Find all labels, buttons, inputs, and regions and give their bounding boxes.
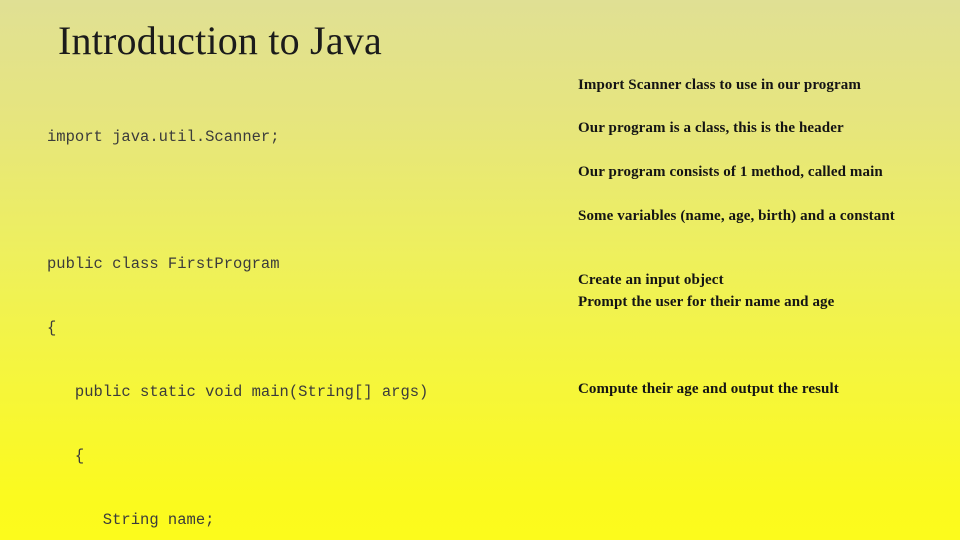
annotation-create-input-object: Create an input object [578, 272, 724, 288]
code-line: { [47, 319, 57, 338]
annotation-compute-age: Compute their age and output the result [578, 381, 839, 397]
page-title: Introduction to Java [58, 18, 382, 63]
annotation-variables: Some variables (name, age, birth) and a … [578, 208, 895, 224]
slide-canvas: Introduction to Java import java.util.Sc… [0, 0, 960, 540]
java-code-block: import java.util.Scanner; public class F… [47, 84, 747, 540]
annotation-prompt-user: Prompt the user for their name and age [578, 294, 835, 310]
annotation-class-header: Our program is a class, this is the head… [578, 120, 844, 136]
annotation-main-method: Our program consists of 1 method, called… [578, 164, 883, 180]
code-line: { [47, 447, 85, 466]
code-line: String name; [47, 510, 215, 529]
annotation-import-scanner: Import Scanner class to use in our progr… [578, 77, 861, 93]
